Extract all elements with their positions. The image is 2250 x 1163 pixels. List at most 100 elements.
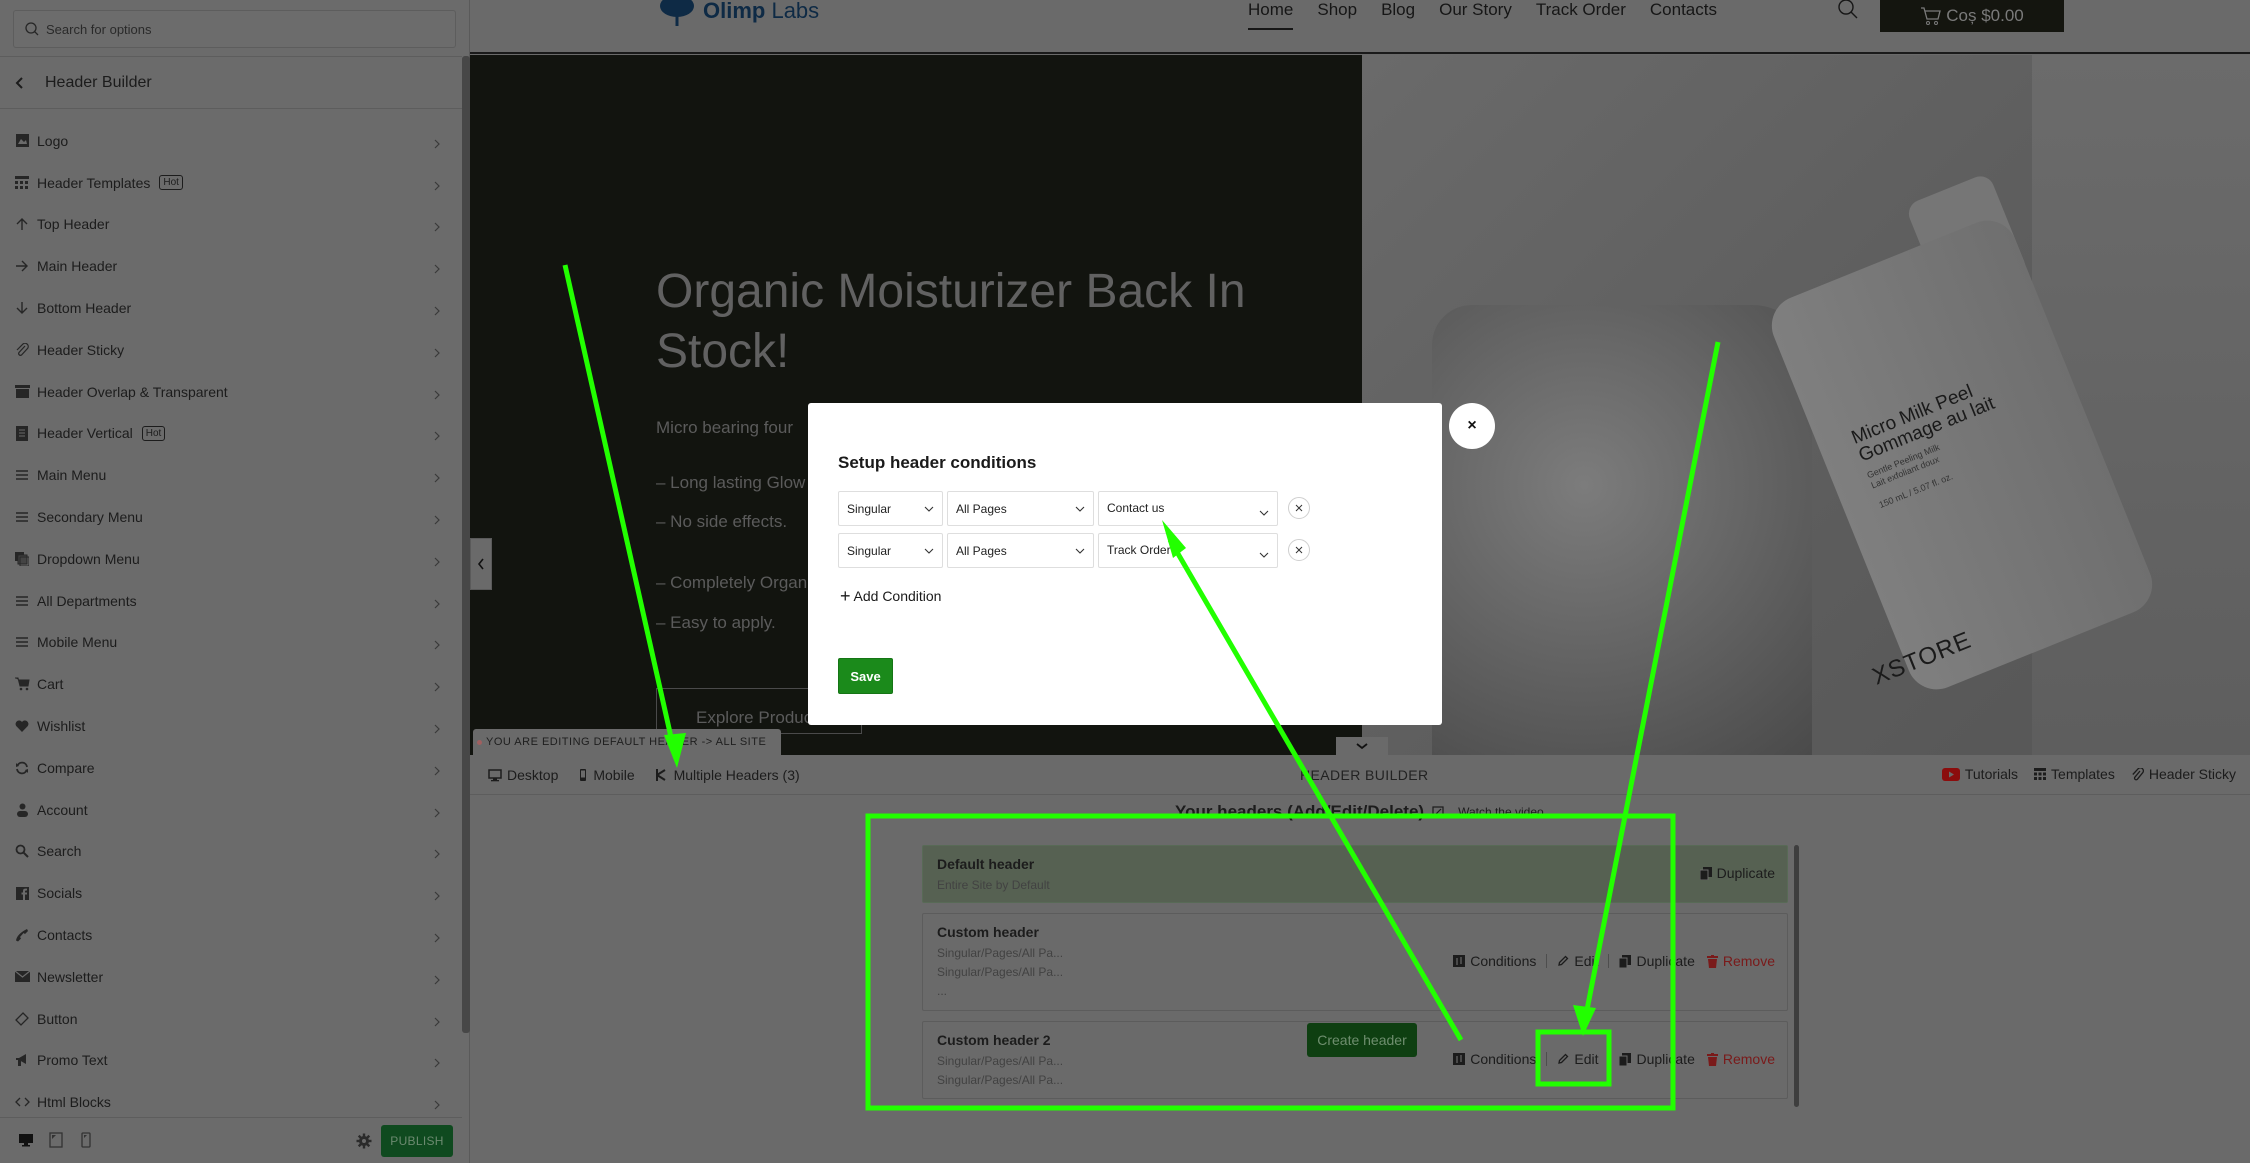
sidebar-item-button[interactable]: Button [0, 998, 462, 1040]
search-options-box[interactable] [13, 10, 456, 48]
nav-link-track-order[interactable]: Track Order [1536, 0, 1626, 24]
copy-icon [1619, 954, 1632, 968]
nav-link-home[interactable]: Home [1248, 0, 1294, 30]
search-icon [25, 22, 39, 36]
condition-scope-select[interactable]: All Pages [947, 533, 1094, 568]
condition-page-select[interactable]: Track Order [1098, 533, 1278, 568]
duplicate-button[interactable]: Duplicate [1619, 1051, 1695, 1067]
remove-condition-button[interactable] [1288, 539, 1310, 561]
sidebar-item-main-menu[interactable]: Main Menu [0, 454, 462, 496]
mobile-tab[interactable]: Mobile [578, 767, 635, 783]
sidebar-item-label: Button [37, 1010, 78, 1027]
chevron-right-icon [432, 178, 442, 191]
sidebar-item-dropdown-menu[interactable]: Dropdown Menu [0, 538, 462, 580]
condition-type-select[interactable]: Singular [838, 491, 943, 526]
chevron-right-icon [432, 512, 442, 525]
paperclip-icon [2132, 767, 2144, 780]
app-root: Header Builder Logo Header Templates Hot To… [0, 0, 2250, 1163]
sidebar-item-account[interactable]: Account [0, 789, 462, 831]
duplicate-button[interactable]: Duplicate [1619, 953, 1695, 969]
nav-link-contacts[interactable]: Contacts [1650, 0, 1717, 24]
condition-scope-select[interactable]: All Pages [947, 491, 1094, 526]
remove-condition-button[interactable] [1288, 497, 1310, 519]
remove-button[interactable]: Remove [1706, 953, 1775, 969]
sidebar-item-header-templates[interactable]: Header Templates Hot [0, 162, 462, 204]
header-actions: Conditions Edit Duplicate Remove [1453, 953, 1775, 969]
tablet-device-icon[interactable] [47, 1131, 65, 1149]
condition-page-select[interactable]: Contact us [1098, 491, 1278, 526]
sidebar-item-label: Header Templates [37, 174, 151, 191]
select-value: Singular [847, 543, 892, 558]
sidebar-item-compare[interactable]: Compare [0, 747, 462, 789]
search-options-input[interactable] [46, 21, 426, 37]
chevron-down-icon [1075, 506, 1085, 512]
publish-button[interactable]: PUBLISH [381, 1125, 453, 1157]
desktop-tab[interactable]: Desktop [488, 767, 558, 783]
add-condition-button[interactable]: + Add Condition [840, 587, 941, 605]
close-modal-button[interactable]: × [1449, 403, 1495, 449]
sidebar-item-search[interactable]: Search [0, 831, 462, 873]
gear-icon[interactable] [355, 1132, 373, 1150]
back-button[interactable] [2, 57, 38, 109]
sidebar-item-header-sticky[interactable]: Header Sticky [0, 329, 462, 371]
hero-bullet: – Long lasting Glow [656, 473, 806, 492]
site-logo[interactable]: Olimp Labs [657, 0, 819, 28]
edit-button[interactable]: Edit [1557, 1051, 1598, 1067]
sidebar-item-header-overlap-transparent[interactable]: Header Overlap & Transparent [0, 371, 462, 413]
sidebar-item-header-vertical[interactable]: Header Vertical Hot [0, 413, 462, 455]
headers-list-scrollbar[interactable] [1794, 845, 1799, 1107]
chevron-right-icon [432, 345, 442, 358]
menu-icon [14, 593, 30, 609]
sidebar-item-wishlist[interactable]: Wishlist [0, 705, 462, 747]
chevron-right-icon [432, 1055, 442, 1068]
conditions-button[interactable]: Conditions [1453, 953, 1536, 969]
header-sticky-link[interactable]: Header Sticky [2131, 766, 2236, 782]
sidebar-scrollbar[interactable] [462, 56, 470, 1033]
tutorials-link[interactable]: Tutorials [1941, 766, 2018, 782]
templates-link[interactable]: Templates [2034, 766, 2115, 782]
sidebar-item-all-departments[interactable]: All Departments [0, 580, 462, 622]
collapse-sidebar-button[interactable] [470, 538, 492, 590]
editing-notice-text: YOU ARE EDITING DEFAULT HEADER -> ALL SI… [486, 736, 767, 748]
nav-link-blog[interactable]: Blog [1381, 0, 1415, 24]
chevron-right-icon [432, 136, 442, 149]
conditions-button[interactable]: Conditions [1453, 1051, 1536, 1067]
phone-icon [14, 927, 30, 943]
edit-button[interactable]: Edit [1557, 953, 1598, 969]
desktop-device-icon[interactable] [17, 1131, 35, 1149]
sidebar-item-bottom-header[interactable]: Bottom Header [0, 287, 462, 329]
watch-video-link[interactable]: Watch the video. [1458, 805, 1547, 819]
multiple-headers-tab[interactable]: Multiple Headers (3) [655, 767, 800, 783]
create-header-button[interactable]: Create header [1307, 1023, 1417, 1057]
nav-link-shop[interactable]: Shop [1317, 0, 1357, 24]
duplicate-button[interactable]: Duplicate [1699, 865, 1775, 881]
search-icon[interactable] [1837, 0, 1859, 20]
sidebar-item-promo-text[interactable]: Promo Text [0, 1040, 462, 1082]
remove-button[interactable]: Remove [1706, 1051, 1775, 1067]
sidebar-item-main-header[interactable]: Main Header [0, 245, 462, 287]
cart-button[interactable]: Coș $0.00 [1880, 0, 2064, 32]
sidebar-item-top-header[interactable]: Top Header [0, 204, 462, 246]
chevron-down-icon [1075, 548, 1085, 554]
condition-type-select[interactable]: Singular [838, 533, 943, 568]
sidebar-item-newsletter[interactable]: Newsletter [0, 956, 462, 998]
sidebar-item-socials[interactable]: Socials [0, 872, 462, 914]
sidebar-item-cart[interactable]: Cart [0, 663, 462, 705]
collapse-builder-button[interactable] [1336, 737, 1388, 755]
sidebar-item-label: All Departments [37, 592, 137, 609]
mobile-device-icon[interactable] [77, 1131, 95, 1149]
sidebar-item-mobile-menu[interactable]: Mobile Menu [0, 622, 462, 664]
hero-bullet: – No side effects. [656, 512, 788, 531]
select-value: Singular [847, 501, 892, 516]
sidebar-item-label: Header Vertical [37, 425, 133, 442]
hero-title: Organic Moisturizer Back In Stock! [656, 265, 1246, 378]
sidebar-item-secondary-menu[interactable]: Secondary Menu [0, 496, 462, 538]
sidebar-item-contacts[interactable]: Contacts [0, 914, 462, 956]
sidebar-item-label: Header Sticky [37, 341, 125, 358]
duplicate-label: Duplicate [1636, 953, 1695, 969]
default-header-row: Default header Entire Site by Default Dupl… [922, 845, 1788, 903]
conditions-label: Conditions [1470, 1051, 1537, 1067]
nav-link-our-story[interactable]: Our Story [1439, 0, 1512, 24]
sidebar-item-logo[interactable]: Logo [0, 120, 462, 162]
save-button[interactable]: Save [838, 658, 893, 694]
